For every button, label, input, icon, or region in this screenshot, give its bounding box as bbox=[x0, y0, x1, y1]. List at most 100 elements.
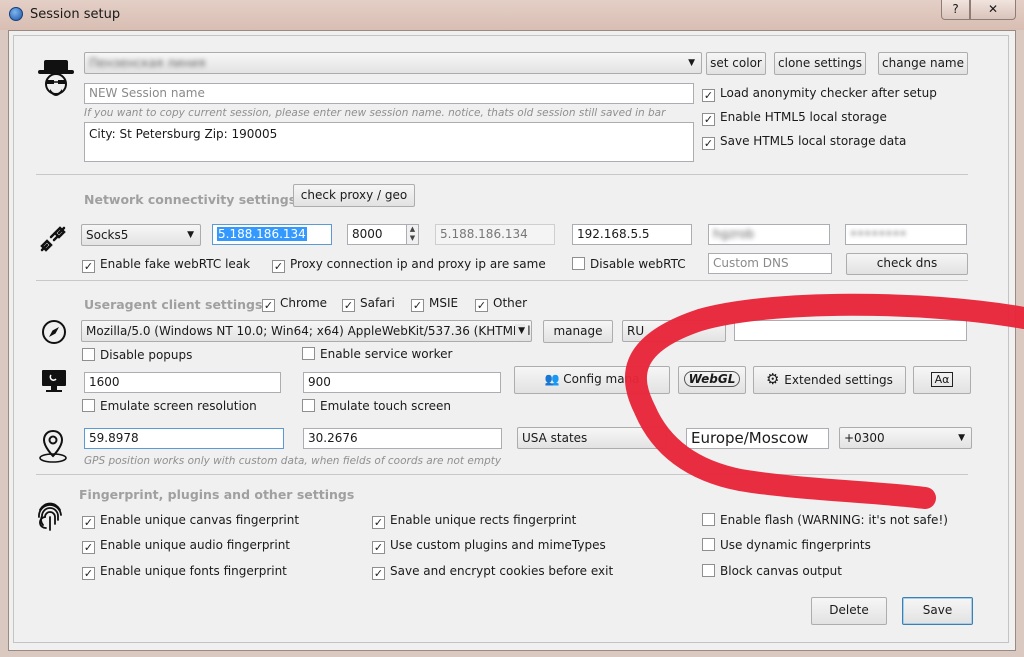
emulate-touch-checkbox[interactable]: Emulate touch screen bbox=[302, 398, 451, 414]
checkbox-checked-icon: ✓ bbox=[702, 137, 715, 150]
utc-offset-select[interactable]: +0300 ▼ bbox=[839, 427, 972, 449]
checkbox-checked-icon: ✓ bbox=[411, 299, 424, 312]
chevron-down-icon: ▼ bbox=[688, 58, 695, 68]
safari-checkbox[interactable]: ✓ Safari bbox=[342, 295, 395, 312]
location-pin-icon bbox=[39, 429, 67, 463]
new-session-name-input[interactable]: NEW Session name bbox=[84, 83, 694, 104]
plug-icon bbox=[40, 226, 66, 252]
save-html5-storage-checkbox[interactable]: ✓ Save HTML5 local storage data bbox=[702, 133, 906, 150]
check-proxy-button[interactable]: check proxy / geo bbox=[293, 184, 415, 207]
chevron-down-icon: ▼ bbox=[515, 324, 525, 338]
chrome-checkbox[interactable]: ✓ Chrome bbox=[262, 295, 327, 312]
other-checkbox[interactable]: ✓ Other bbox=[475, 295, 527, 312]
save-button[interactable]: Save bbox=[902, 597, 973, 625]
separator bbox=[36, 174, 968, 175]
help-button[interactable]: ? bbox=[941, 0, 970, 20]
local-ip-input[interactable]: 192.168.5.5 bbox=[572, 224, 692, 245]
checkbox-checked-icon: ✓ bbox=[702, 89, 715, 102]
proxy-password-input[interactable]: •••••••• bbox=[845, 224, 967, 245]
fonts-fingerprint-checkbox[interactable]: ✓ Enable unique fonts fingerprint bbox=[82, 563, 287, 580]
proxy-port-input[interactable]: 8000 bbox=[347, 224, 407, 245]
fingerprint-icon bbox=[38, 502, 62, 531]
latitude-input[interactable]: 59.8978 bbox=[84, 428, 284, 449]
block-canvas-checkbox[interactable]: Block canvas output bbox=[702, 563, 842, 579]
close-button[interactable]: ✕ bbox=[970, 0, 1016, 20]
proxy-type-select[interactable]: Socks5 ▼ bbox=[81, 224, 201, 246]
extended-settings-button[interactable]: ⚙ Extended settings bbox=[753, 366, 906, 394]
checkbox-checked-icon: ✓ bbox=[475, 299, 488, 312]
settings-panel: Пензенская линия ▼ set color clone setti… bbox=[13, 35, 1009, 643]
fake-webrtc-checkbox[interactable]: ✓ Enable fake webRTC leak bbox=[82, 256, 250, 273]
checkbox-checked-icon: ✓ bbox=[262, 299, 275, 312]
dynamic-fingerprints-checkbox[interactable]: Use dynamic fingerprints bbox=[702, 537, 871, 553]
checkbox-checked-icon: ✓ bbox=[372, 516, 385, 529]
service-worker-checkbox[interactable]: Enable service worker bbox=[302, 346, 452, 362]
users-icon: 👥 bbox=[544, 372, 564, 386]
manage-useragent-button[interactable]: manage bbox=[543, 320, 613, 343]
gear-icon: ⚙ bbox=[766, 370, 785, 388]
config-manager-button[interactable]: 👥 Config mana bbox=[514, 366, 670, 394]
screen-height-input[interactable]: 900 bbox=[303, 372, 501, 393]
encrypt-cookies-checkbox[interactable]: ✓ Save and encrypt cookies before exit bbox=[372, 563, 613, 580]
compass-icon bbox=[42, 320, 66, 344]
checkbox-checked-icon: ✓ bbox=[342, 299, 355, 312]
disable-webrtc-checkbox[interactable]: Disable webRTC bbox=[572, 256, 686, 272]
webgl-logo-icon: WebGL bbox=[683, 371, 741, 387]
fonts-button[interactable]: Aα bbox=[913, 366, 971, 394]
check-dns-button[interactable]: check dns bbox=[846, 253, 968, 275]
disable-popups-checkbox[interactable]: Disable popups bbox=[82, 347, 192, 363]
checkbox-checked-icon: ✓ bbox=[82, 260, 95, 273]
webgl-button[interactable]: WebGL bbox=[678, 366, 746, 394]
canvas-fingerprint-checkbox[interactable]: ✓ Enable unique canvas fingerprint bbox=[82, 512, 299, 529]
region-select[interactable]: USA states bbox=[517, 427, 667, 449]
checkbox-checked-icon: ✓ bbox=[82, 516, 95, 529]
monitor-icon bbox=[42, 370, 66, 392]
session-notes-textarea[interactable]: City: St Petersburg Zip: 190005 bbox=[84, 122, 694, 162]
checkbox-checked-icon: ✓ bbox=[82, 567, 95, 580]
gps-hint: GPS position works only with custom data… bbox=[84, 455, 502, 467]
proxy-same-checkbox[interactable]: ✓ Proxy connection ip and proxy ip are sa… bbox=[272, 256, 546, 273]
font-aa-icon: Aα bbox=[930, 372, 954, 387]
checkbox-checked-icon: ✓ bbox=[272, 260, 285, 273]
chevron-down-icon: ▼ bbox=[187, 230, 194, 240]
checkbox-checked-icon: ✓ bbox=[702, 113, 715, 126]
timezone-input[interactable]: Europe/Moscow bbox=[686, 428, 829, 449]
change-name-button[interactable]: change name bbox=[878, 52, 968, 75]
checkbox-checked-icon: ✓ bbox=[82, 541, 95, 554]
useragent-extra-input[interactable] bbox=[734, 320, 967, 341]
enable-flash-checkbox[interactable]: Enable flash (WARNING: it's not safe!) bbox=[702, 512, 948, 528]
useragent-section-title: Useragent client settings bbox=[84, 297, 263, 312]
custom-dns-input[interactable]: Custom DNS bbox=[708, 253, 832, 274]
load-anonymity-checkbox[interactable]: ✓ Load anonymity checker after setup bbox=[702, 85, 937, 102]
app-globe-icon bbox=[9, 7, 23, 21]
clone-settings-button[interactable]: clone settings bbox=[774, 52, 866, 75]
window-title-bar: Session setup ? ✕ bbox=[0, 0, 1024, 30]
proxy-login-input[interactable]: hgzrob bbox=[708, 224, 830, 245]
rects-fingerprint-checkbox[interactable]: ✓ Enable unique rects fingerprint bbox=[372, 512, 576, 529]
language-select[interactable]: RU bbox=[622, 320, 726, 342]
port-spinner[interactable]: ▲ ▼ bbox=[406, 224, 419, 245]
useragent-select[interactable]: Mozilla/5.0 (Windows NT 10.0; Win64; x64… bbox=[81, 320, 532, 342]
checkbox-checked-icon: ✓ bbox=[372, 567, 385, 580]
delete-button[interactable]: Delete bbox=[811, 597, 887, 625]
emulate-resolution-checkbox[interactable]: Emulate screen resolution bbox=[82, 398, 257, 414]
heisenberg-avatar-icon bbox=[38, 60, 74, 96]
longitude-input[interactable]: 30.2676 bbox=[303, 428, 502, 449]
dialog-client-area: Пензенская линия ▼ set color clone setti… bbox=[8, 30, 1016, 651]
msie-checkbox[interactable]: ✓ MSIE bbox=[411, 295, 458, 312]
separator bbox=[36, 474, 968, 475]
screen-width-input[interactable]: 1600 bbox=[84, 372, 281, 393]
window-title: Session setup bbox=[30, 7, 121, 22]
proxy-ip-input[interactable]: 5.188.186.134 bbox=[212, 224, 332, 245]
set-color-button[interactable]: set color bbox=[706, 52, 766, 75]
audio-fingerprint-checkbox[interactable]: ✓ Enable unique audio fingerprint bbox=[82, 537, 290, 554]
new-session-hint: If you want to copy current session, ple… bbox=[84, 107, 666, 119]
custom-plugins-checkbox[interactable]: ✓ Use custom plugins and mimeTypes bbox=[372, 537, 606, 554]
separator bbox=[36, 280, 968, 281]
network-section-title: Network connectivity settings bbox=[84, 192, 297, 207]
enable-html5-storage-checkbox[interactable]: ✓ Enable HTML5 local storage bbox=[702, 109, 887, 126]
checkbox-checked-icon: ✓ bbox=[372, 541, 385, 554]
session-select[interactable]: Пензенская линия ▼ bbox=[84, 52, 702, 74]
fingerprint-section-title: Fingerprint, plugins and other settings bbox=[79, 487, 355, 502]
detected-ip-field: 5.188.186.134 bbox=[435, 224, 555, 245]
